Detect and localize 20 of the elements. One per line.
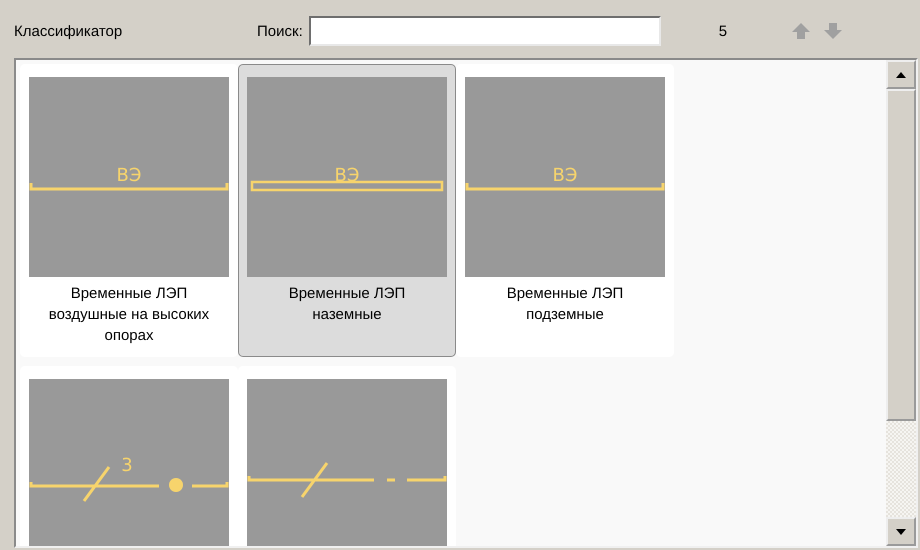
search-field[interactable] [308,16,661,46]
line-symbol-drawing: ВЭ [247,77,447,277]
symbol-tile[interactable]: ВЭ Временные ЛЭП наземные [238,64,456,357]
line-symbol-drawing: ВЭ [465,77,665,277]
line-symbol-drawing: ВЭ [29,77,229,277]
scroll-down-button[interactable] [886,517,916,546]
triangle-up-icon [895,70,907,78]
result-count: 5 [718,22,728,40]
symbol-tile[interactable]: ВЭ Временные ЛЭП воздушные на высоких опорах [20,64,238,357]
triangle-down-icon [895,528,907,536]
arrow-up-icon[interactable] [790,21,811,41]
scroll-up-button[interactable] [886,60,916,89]
symbol-caption: Временные ЛЭП воздушные на высоких опорах [48,284,210,346]
classifier-title: Классификатор [14,22,124,40]
symbol-tile[interactable]: ВЭ Временные ЛЭП подземные [456,64,674,357]
arrow-down-icon[interactable] [822,21,843,41]
search-label: Поиск: [257,22,303,40]
symbol-caption: Временные ЛЭП наземные [288,284,406,325]
symbol-caption: Временные ЛЭП подземные [506,284,624,325]
scrollbar-thumb[interactable] [886,89,916,421]
